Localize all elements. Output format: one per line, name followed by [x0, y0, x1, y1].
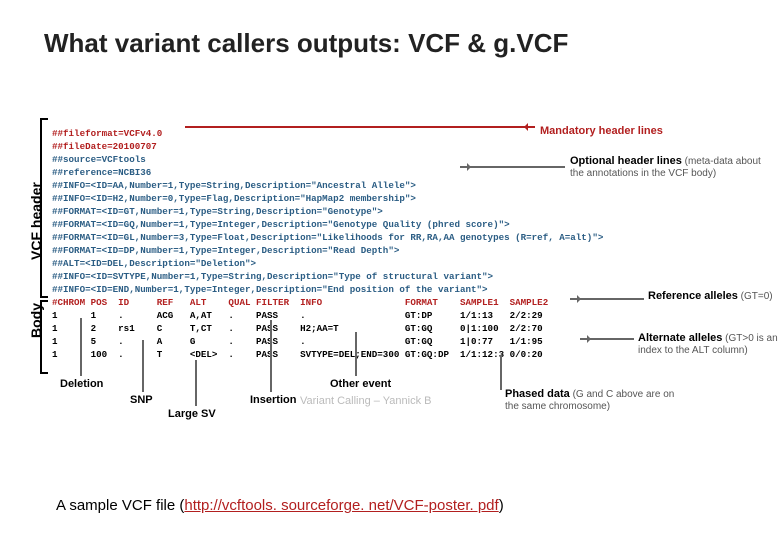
caption: A sample VCF file (http://vcftools. sour… — [56, 497, 504, 514]
side-label-body: Body — [28, 303, 44, 338]
arrow-mandatory — [185, 126, 535, 128]
code-fmt4: ##FORMAT=<ID=DP,Number=1,Type=Integer,De… — [52, 245, 399, 256]
arrow-altalleles — [580, 338, 634, 340]
code-row3: 1 5 . A G . PASS . GT:GQ 1|0:77 1/1:95 — [52, 336, 543, 347]
line-insertion — [270, 320, 272, 392]
caption-suffix: ) — [499, 497, 504, 514]
anno-optional-title: Optional header lines — [570, 155, 682, 167]
caption-link[interactable]: http://vcftools. sourceforge. net/VCF-po… — [184, 497, 498, 514]
callout-snp: SNP — [130, 394, 153, 406]
code-row4: 1 100 . T <DEL> . PASS SVTYPE=DEL;END=30… — [52, 349, 543, 360]
anno-phased: Phased data (G and C above are on the sa… — [505, 388, 685, 412]
line-largesv — [195, 360, 197, 406]
code-alt1: ##ALT=<ID=DEL,Description="Deletion"> — [52, 258, 256, 269]
line-phased — [500, 355, 502, 390]
slide-title: What variant callers outputs: VCF & g.VC… — [44, 28, 568, 59]
anno-altalleles-title: Alternate alleles — [638, 332, 722, 344]
callout-insertion: Insertion — [250, 394, 296, 406]
code-fmt2: ##FORMAT=<ID=GQ,Number=1,Type=Integer,De… — [52, 219, 510, 230]
code-opt2: ##reference=NCBI36 — [52, 167, 151, 178]
code-fmt1: ##FORMAT=<ID=GT,Number=1,Type=String,Des… — [52, 206, 383, 217]
vcf-code-block: ##fileformat=VCFv4.0 ##fileDate=20100707… — [52, 127, 603, 361]
watermark: Variant Calling – Yannick B — [300, 395, 431, 407]
code-row1: 1 1 . ACG A,AT . PASS . GT:DP 1/1:13 2/2… — [52, 310, 543, 321]
arrow-refalleles — [570, 298, 644, 300]
caption-prefix: A sample VCF file ( — [56, 497, 184, 514]
code-mandatory2: ##fileDate=20100707 — [52, 141, 157, 152]
code-info1: ##INFO=<ID=AA,Number=1,Type=String,Descr… — [52, 180, 416, 191]
code-opt1: ##source=VCFtools — [52, 154, 146, 165]
code-fmt3: ##FORMAT=<ID=GL,Number=3,Type=Float,Desc… — [52, 232, 603, 243]
anno-refalleles-title: Reference alleles — [648, 290, 738, 302]
code-mandatory1: ##fileformat=VCFv4.0 — [52, 128, 162, 139]
line-deletion — [80, 318, 82, 376]
anno-refalleles: Reference alleles (GT=0) — [648, 290, 773, 302]
callout-largesv: Large SV — [168, 408, 216, 420]
callout-deletion: Deletion — [60, 378, 103, 390]
code-info4: ##INFO=<ID=END,Number=1,Type=Integer,Des… — [52, 284, 488, 295]
line-otherevent — [355, 332, 357, 376]
arrow-optional — [460, 166, 565, 168]
anno-phased-title: Phased data — [505, 388, 570, 400]
code-columns: #CHROM POS ID REF ALT QUAL FILTER INFO F… — [52, 297, 548, 308]
line-snp — [142, 340, 144, 392]
code-info3: ##INFO=<ID=SVTYPE,Number=1,Type=String,D… — [52, 271, 493, 282]
anno-optional: Optional header lines (meta-data about t… — [570, 155, 770, 179]
anno-altalleles: Alternate alleles (GT>0 is an index to t… — [638, 332, 778, 356]
anno-mandatory: Mandatory header lines — [540, 125, 663, 137]
code-row2: 1 2 rs1 C T,CT . PASS H2;AA=T GT:GQ 0|1:… — [52, 323, 543, 334]
side-label-header: VCF header — [28, 182, 44, 260]
anno-refalleles-sub: (GT=0) — [738, 291, 773, 302]
callout-otherevent: Other event — [330, 378, 391, 390]
code-info2: ##INFO=<ID=H2,Number=0,Type=Flag,Descrip… — [52, 193, 416, 204]
